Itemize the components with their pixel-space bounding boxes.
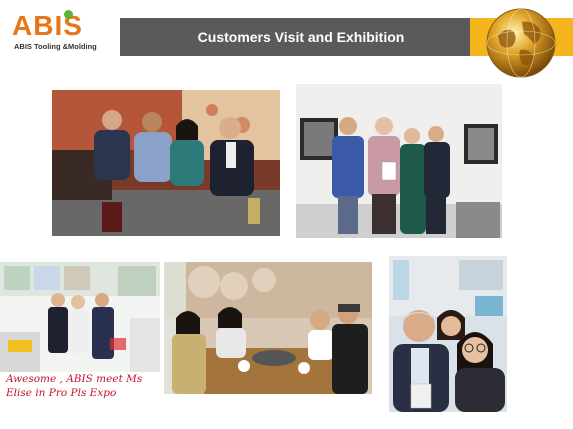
photo-caption: Awesome , ABIS meet Ms Elise in Pro Pls … [2, 372, 158, 406]
caption-line-2: Elise in Pro Pls Expo [6, 387, 117, 399]
photo-dinner-table [164, 262, 372, 394]
photo-exhibition-booth [0, 262, 160, 372]
caption-line-1: Awesome , ABIS meet Ms [6, 373, 143, 385]
logo-subtitle: ABIS Tooling &Molding [14, 42, 97, 51]
photo-selfie-expo [389, 256, 507, 412]
gold-globe-icon [484, 6, 558, 80]
title-bar: Customers Visit and Exhibition [120, 18, 482, 56]
logo-dot-icon [64, 10, 73, 19]
slide: ABIS ABIS Tooling &Molding Customers Vis… [0, 0, 573, 429]
company-logo: ABIS ABIS Tooling &Molding [12, 10, 112, 56]
photo-restaurant-group [52, 90, 280, 236]
slide-title: Customers Visit and Exhibition [197, 29, 405, 45]
photo-office-group [296, 84, 502, 238]
